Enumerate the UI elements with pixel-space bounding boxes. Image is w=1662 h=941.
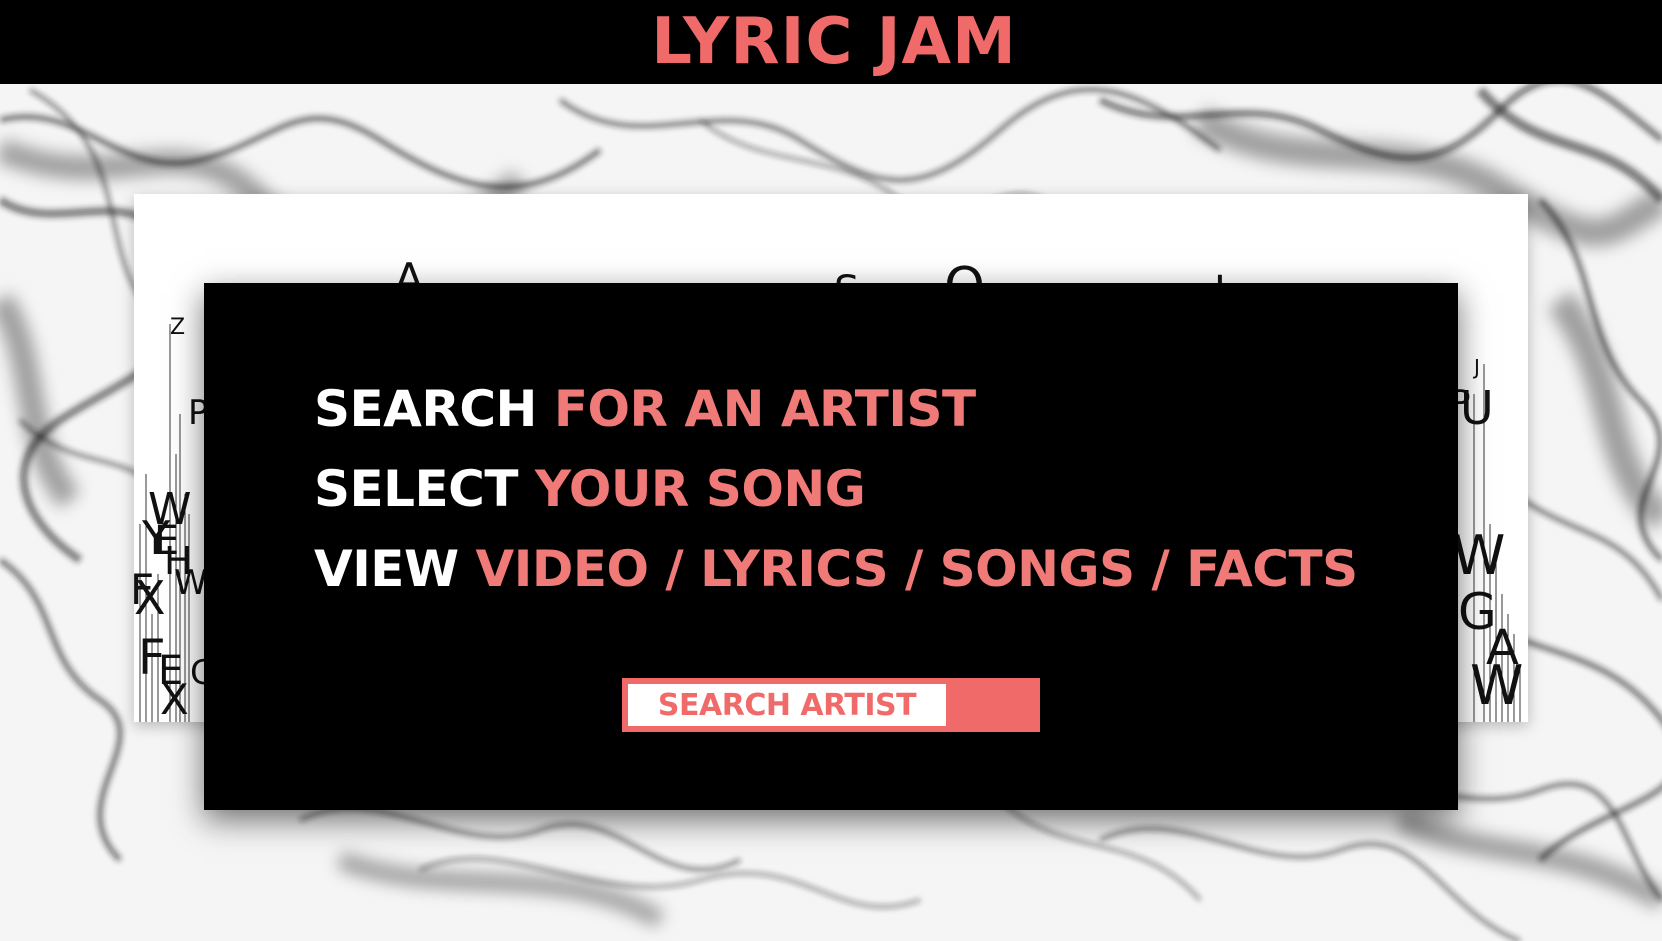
instruction-object: VIDEO / LYRICS / SONGS / FACTS	[475, 540, 1359, 598]
svg-text:X: X	[160, 675, 189, 722]
instruction-object: FOR AN ARTIST	[553, 380, 976, 438]
svg-text:W: W	[1470, 654, 1523, 717]
instruction-verb: SELECT	[314, 460, 518, 518]
search-artist-button-label: SEARCH ARTIST	[657, 687, 917, 723]
instruction-object: YOUR SONG	[534, 460, 866, 518]
instruction-search: SEARCH FOR AN ARTIST	[314, 369, 1358, 449]
instruction-verb: VIEW	[314, 540, 459, 598]
svg-text:J: J	[1472, 355, 1480, 379]
instruction-view: VIEW VIDEO / LYRICS / SONGS / FACTS	[314, 529, 1358, 609]
site-title: LYRIC JAM	[651, 5, 1017, 79]
instruction-list: SEARCH FOR AN ARTIST SELECT YOUR SONG VI…	[314, 369, 1358, 609]
site-header: LYRIC JAM	[0, 0, 1662, 84]
svg-text:W: W	[174, 563, 208, 603]
svg-text:Z: Z	[170, 315, 185, 340]
search-artist-button[interactable]: SEARCH ARTIST	[622, 678, 1040, 732]
svg-text:X: X	[134, 571, 166, 625]
instruction-select: SELECT YOUR SONG	[314, 449, 1358, 529]
instruction-verb: SEARCH	[314, 380, 537, 438]
search-artist-button-face: SEARCH ARTIST	[628, 684, 946, 726]
svg-text:W: W	[1452, 524, 1505, 587]
instruction-panel: SEARCH FOR AN ARTIST SELECT YOUR SONG VI…	[204, 283, 1458, 810]
